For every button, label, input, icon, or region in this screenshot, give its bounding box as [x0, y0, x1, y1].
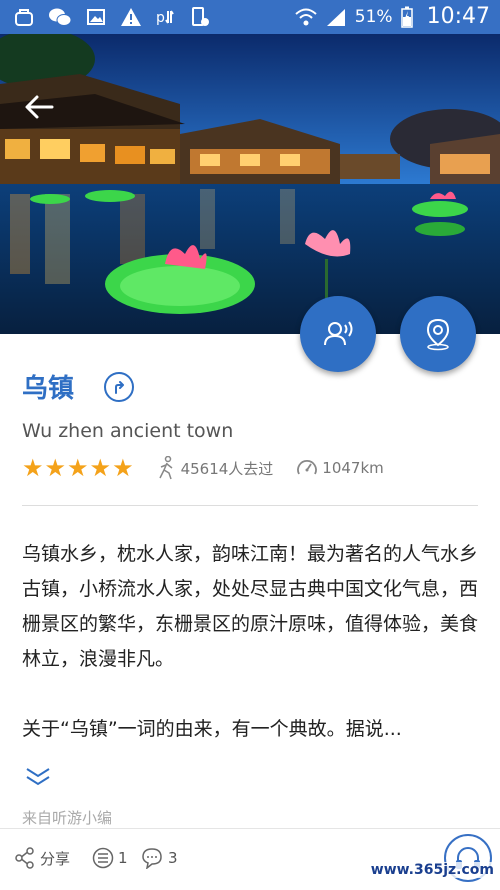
english-name: Wu zhen ancient town [22, 420, 234, 442]
star-icon: ★ [89, 454, 112, 482]
app-notification-icon [15, 9, 33, 26]
phone-clock-icon [192, 7, 209, 26]
divider [22, 505, 478, 506]
data-transfer-icon: p [156, 10, 174, 26]
image-icon [87, 9, 105, 25]
expand-chevron-icon[interactable] [24, 766, 52, 788]
warning-icon [121, 8, 141, 26]
location-pin-icon [426, 318, 450, 351]
star-icon: ★ [67, 454, 89, 482]
share-icon [15, 847, 34, 869]
turn-right-arrow-icon [115, 380, 125, 394]
distance-value: 1047km [322, 459, 384, 477]
back-arrow-icon[interactable] [22, 92, 58, 122]
list-button[interactable]: 1 [92, 847, 128, 869]
description-paragraph: 关于“乌镇”一词的由来，有一个典故。据说... [22, 718, 402, 740]
bottom-bar: 分享 1 3 [0, 828, 500, 890]
star-icon: ★ [112, 454, 134, 482]
description: 乌镇水乡，枕水人家，韵味江南！最为著名的人气水乡古镇，小桥流水人家，处处尽显古典… [22, 537, 482, 747]
page-title: 乌镇 [22, 374, 75, 404]
visitors-info: 45614人去过 [156, 456, 274, 480]
location-button[interactable] [400, 296, 476, 372]
directions-button[interactable] [104, 371, 135, 402]
source-credit: 来自听游小编 [22, 809, 113, 827]
battery-percent: 51% [354, 6, 393, 27]
clock: 10:47 [426, 4, 490, 29]
comment-button[interactable]: 3 [140, 847, 178, 869]
share-label: 分享 [40, 849, 71, 868]
watermark: www.365jz.com [368, 862, 496, 878]
comment-count: 3 [168, 849, 178, 867]
battery-charging-icon [400, 6, 413, 28]
description-paragraph: 乌镇水乡，枕水人家，韵味江南！最为著名的人气水乡古镇，小桥流水人家，处处尽显古典… [22, 543, 479, 670]
status-bar: p 51% 10:47 [0, 0, 500, 34]
voice-guide-icon [324, 321, 353, 346]
distance-info: 1047km [295, 456, 384, 480]
walking-person-icon [158, 456, 173, 480]
svg-text:p: p [156, 10, 165, 26]
wechat-icon [49, 8, 72, 26]
list-icon [92, 847, 114, 869]
title-row: 乌镇 [22, 368, 135, 405]
meta-row: ★ ★ ★ ★ ★ 45614人去过 1047km [22, 456, 384, 480]
star-icon: ★ [44, 454, 67, 482]
visitors-count: 45614人去过 [180, 459, 274, 478]
voice-guide-button[interactable] [300, 296, 376, 372]
hero-image [0, 34, 500, 334]
wifi-icon [295, 8, 317, 25]
star-icon: ★ [22, 454, 44, 482]
share-button[interactable]: 分享 [14, 847, 70, 869]
list-count: 1 [118, 849, 128, 867]
signal-icon [326, 8, 345, 26]
rating-stars: ★ ★ ★ ★ ★ [22, 456, 134, 480]
distance-gauge-icon [297, 460, 318, 475]
comment-bubble-icon [142, 848, 162, 869]
